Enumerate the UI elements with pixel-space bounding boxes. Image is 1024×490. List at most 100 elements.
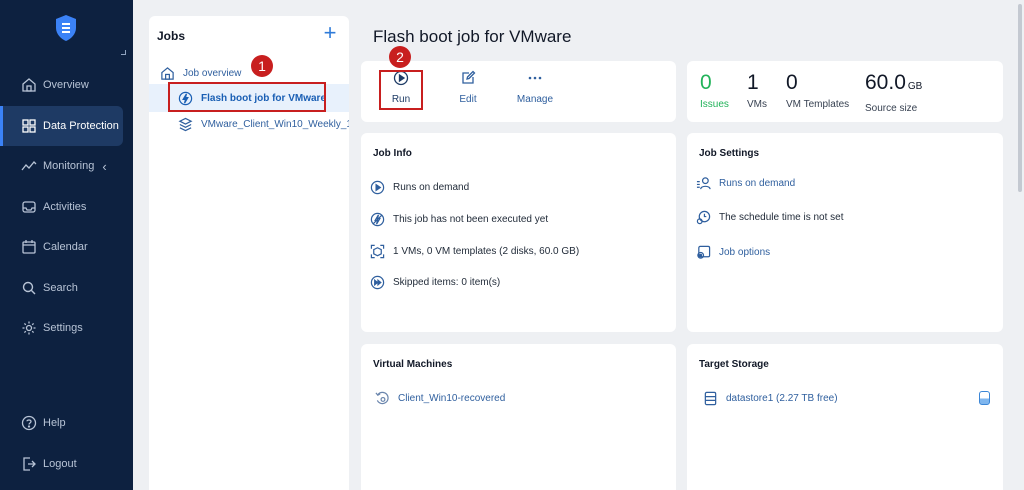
storage-usage-indicator: [979, 391, 990, 405]
nav-help[interactable]: Help: [0, 403, 123, 443]
stat-source-size-value: 60.0: [865, 71, 906, 94]
search-icon: [22, 281, 36, 295]
nav-calendar-label: Calendar: [43, 241, 88, 253]
job-options-link[interactable]: Job options: [696, 245, 770, 260]
sidebar: Overview Data Protection Monitoring ‹ Ac…: [0, 0, 133, 490]
restore-vm-icon: [375, 391, 389, 405]
user-schedule-icon: [696, 177, 711, 190]
play-icon: [370, 180, 385, 195]
job-info-text: 1 VMs, 0 VM templates (2 disks, 60.0 GB): [393, 246, 580, 257]
stat-vm-templates-label: VM Templates: [786, 99, 850, 110]
job-info-title: Job Info: [373, 148, 412, 159]
stat-source-size-label: Source size: [865, 103, 918, 114]
trend-icon: [21, 161, 37, 171]
nav-data-protection-label: Data Protection: [43, 120, 119, 132]
stat-source-size: 60.0 GB Source size: [865, 71, 922, 114]
nav-overview-label: Overview: [43, 79, 89, 91]
job-settings-text: Job options: [719, 247, 771, 258]
logout-icon: [23, 457, 36, 471]
gear-icon: [22, 321, 36, 335]
nav-monitoring[interactable]: Monitoring ‹: [0, 146, 123, 186]
add-job-button[interactable]: +: [321, 22, 339, 44]
job-info-row-schedule: Runs on demand: [370, 180, 469, 195]
vm-item-label: Client_Win10-recovered: [398, 393, 506, 404]
stat-vms-value: 1: [747, 71, 759, 94]
manage-button[interactable]: Manage: [513, 70, 557, 105]
grid-icon: [22, 119, 36, 133]
edit-button[interactable]: Edit: [449, 70, 487, 105]
stat-vms: 1 VMs: [747, 71, 767, 110]
home-icon: [161, 66, 174, 80]
job-settings-title: Job Settings: [699, 148, 760, 159]
chevron-left-icon: ‹: [102, 158, 107, 174]
nav-logout-label: Logout: [43, 458, 77, 470]
stat-vms-label: VMs: [747, 99, 767, 110]
annotation-step-1: 1: [251, 55, 273, 77]
app-logo-icon[interactable]: [54, 14, 78, 42]
nav-logout[interactable]: Logout: [0, 444, 123, 484]
annotation-highlight-run: [379, 70, 423, 110]
job-settings-text: The schedule time is not set: [719, 212, 844, 223]
target-storage-title: Target Storage: [699, 359, 769, 370]
calendar-icon: [22, 240, 36, 254]
jobs-title: Jobs: [157, 29, 186, 43]
collapse-sidebar-icon[interactable]: [121, 50, 126, 55]
stat-source-size-unit: GB: [907, 81, 923, 92]
vm-item-client-win10[interactable]: Client_Win10-recovered: [375, 391, 505, 406]
job-settings-text: Runs on demand: [719, 178, 796, 189]
virtual-machines-title: Virtual Machines: [373, 359, 453, 370]
nav-search[interactable]: Search: [0, 268, 123, 308]
nav-activities[interactable]: Activities: [0, 187, 123, 227]
home-icon: [22, 78, 36, 92]
nav-monitoring-label: Monitoring: [43, 160, 95, 172]
job-settings-card: Job Settings Runs on demand The schedule…: [687, 133, 1003, 332]
tree-item-label: Job overview: [183, 67, 242, 79]
job-info-row-skipped: Skipped items: 0 item(s): [370, 275, 500, 290]
edit-icon: [462, 70, 476, 84]
job-settings-schedule-time: The schedule time is not set: [696, 210, 844, 225]
target-storage-card: Target Storage datastore1 (2.27 TB free): [687, 344, 1003, 490]
stats-card: 0 Issues 1 VMs 0 VM Templates 60.0 GB Sou…: [687, 61, 1003, 122]
database-icon: [704, 391, 717, 406]
more-horizontal-icon: [528, 76, 542, 80]
annotation-highlight-job: [168, 82, 326, 112]
tree-item-label: VMware_Client_Win10_Weekly_1-4: [201, 118, 349, 130]
storage-item-label: datastore1 (2.27 TB free): [726, 393, 838, 404]
clock-settings-icon: [696, 210, 711, 225]
nav-settings[interactable]: Settings: [0, 308, 123, 348]
nav-overview[interactable]: Overview: [0, 65, 123, 105]
vm-scan-icon: [370, 244, 385, 259]
job-info-text: This job has not been executed yet: [393, 214, 549, 225]
stat-vm-templates: 0 VM Templates: [786, 71, 849, 110]
nav-search-label: Search: [43, 282, 78, 294]
manage-label: Manage: [516, 94, 554, 105]
nav-settings-label: Settings: [43, 322, 83, 334]
tree-item-vmware-client-job[interactable]: VMware_Client_Win10_Weekly_1-4: [149, 110, 349, 138]
nav-calendar[interactable]: Calendar: [0, 227, 123, 267]
job-settings-schedule-link[interactable]: Runs on demand: [696, 176, 795, 191]
job-info-row-status: This job has not been executed yet: [370, 212, 548, 227]
storage-item-datastore1[interactable]: datastore1 (2.27 TB free): [703, 391, 838, 406]
edit-label: Edit: [459, 94, 477, 105]
no-run-icon: [370, 212, 385, 227]
job-info-row-objects: 1 VMs, 0 VM templates (2 disks, 60.0 GB): [370, 244, 579, 259]
page-scrollbar-thumb[interactable]: [1018, 4, 1022, 192]
stat-issues[interactable]: 0 Issues: [700, 71, 729, 110]
job-info-card: Job Info Runs on demand This job has not…: [361, 133, 676, 332]
stat-issues-label: Issues: [700, 99, 729, 110]
nav-activities-label: Activities: [43, 201, 87, 213]
nav-help-label: Help: [43, 417, 66, 429]
stat-vm-templates-value: 0: [786, 71, 798, 94]
annotation-step-2: 2: [389, 46, 411, 68]
skip-icon: [370, 275, 385, 290]
job-info-text: Skipped items: 0 item(s): [393, 277, 501, 288]
backup-job-icon: [178, 117, 193, 131]
job-info-text: Runs on demand: [393, 182, 470, 193]
help-icon: [21, 415, 37, 431]
page-title: Flash boot job for VMware: [373, 27, 572, 46]
stat-issues-value: 0: [700, 71, 712, 94]
virtual-machines-card: Virtual Machines Client_Win10-recovered: [361, 344, 676, 490]
inbox-icon: [22, 201, 36, 213]
nav-data-protection[interactable]: Data Protection: [0, 106, 123, 146]
job-options-icon: [697, 245, 711, 259]
